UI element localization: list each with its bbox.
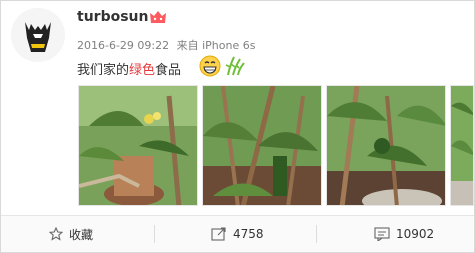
- text-highlight: 绿色: [129, 63, 156, 78]
- comment-count: 10902: [396, 227, 435, 241]
- weibo-post-card: turbosun 2016-6-29 09:22 来自 iPhone 6s 我们…: [0, 0, 475, 253]
- vip-badge-icon: [149, 9, 167, 25]
- photo-thumbnail[interactable]: [78, 85, 198, 206]
- repost-count: 4758: [233, 227, 264, 241]
- action-bar: 收藏 4758 10902: [1, 215, 474, 252]
- text-prefix: 我们家的: [77, 63, 130, 78]
- divider: [154, 225, 155, 243]
- comment-button[interactable]: 10902: [374, 216, 434, 252]
- post-meta: 2016-6-29 09:22 来自 iPhone 6s: [77, 37, 259, 53]
- favorite-label: 收藏: [69, 227, 94, 242]
- source: 来自 iPhone 6s: [176, 39, 256, 52]
- photo-grid: [78, 85, 474, 206]
- star-icon: [49, 227, 63, 241]
- divider: [316, 225, 317, 243]
- avatar[interactable]: [11, 8, 65, 62]
- username[interactable]: turbosun: [77, 9, 148, 25]
- batman-avatar-icon: [11, 8, 65, 62]
- comment-icon: [374, 227, 390, 241]
- timestamp[interactable]: 2016-6-29 09:22: [77, 39, 169, 52]
- share-icon: [211, 227, 226, 241]
- photo-thumbnail[interactable]: [202, 85, 322, 206]
- text-suffix: 食品: [155, 63, 182, 78]
- grin-emoji-icon: [199, 55, 221, 77]
- repost-button[interactable]: 4758: [211, 216, 264, 252]
- photo-thumbnail[interactable]: [326, 85, 446, 206]
- favorite-button[interactable]: 收藏: [49, 216, 93, 252]
- photo-thumbnail[interactable]: [450, 85, 474, 206]
- post-text: 我们家的绿色食品: [77, 59, 181, 78]
- plant-emoji-icon: [224, 55, 246, 77]
